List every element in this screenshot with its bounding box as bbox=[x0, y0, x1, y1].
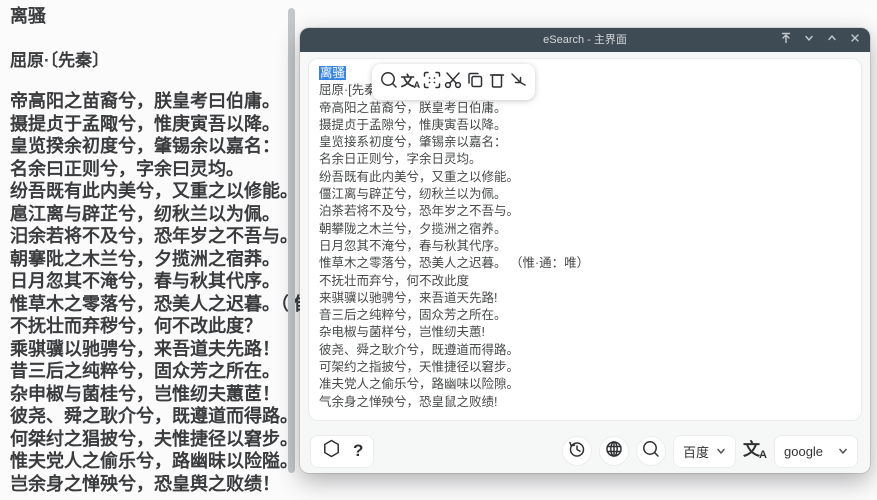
search-engine-value: 百度 bbox=[683, 442, 709, 461]
maximize-button[interactable] bbox=[825, 33, 839, 47]
hexagon-icon bbox=[321, 438, 342, 464]
send-corner-button[interactable] bbox=[508, 72, 529, 93]
left-actions: ? bbox=[310, 435, 374, 468]
chevron-down-icon bbox=[838, 444, 848, 459]
ocr-line: 准夫党人之偷乐兮，路幽味以险隙。 bbox=[319, 376, 851, 393]
ocr-text-panel[interactable]: 离骚 屈原·[先秦] 帝高阳之苗裔兮，朕皇考日伯庸。摄提贞于孟隙兮，惟庚寅吾以降… bbox=[308, 58, 862, 421]
ocr-line: 朝攀陇之木兰兮，夕揽洲之宿养。 bbox=[319, 221, 851, 238]
search-engine-select[interactable]: 百度 bbox=[673, 435, 736, 468]
search-button[interactable] bbox=[378, 72, 399, 93]
esearch-window: eSearch - 主界面 离骚 屈原·[先秦] 帝高阳之苗裔兮，朕皇考日伯庸。… bbox=[300, 28, 870, 473]
cut-button[interactable] bbox=[443, 72, 464, 93]
search-icon bbox=[379, 70, 399, 95]
hexagon-button[interactable] bbox=[321, 438, 342, 464]
selection-toolbar: 文A bbox=[372, 64, 535, 100]
history-icon bbox=[567, 439, 587, 464]
pin-top-icon bbox=[780, 31, 792, 49]
translate-engine-value: google bbox=[784, 444, 823, 459]
ocr-line: 音三后之纯粹兮，固众芳之所在。 bbox=[319, 307, 851, 324]
clipboard-icon bbox=[487, 70, 507, 95]
translate-engine-select[interactable]: google bbox=[774, 435, 858, 468]
ocr-line: 泊茶若将不及兮，恐年岁之不吾与。 bbox=[319, 203, 851, 220]
minimize-button[interactable] bbox=[802, 33, 816, 47]
ocr-lines: 帝高阳之苗裔兮，朕皇考日伯庸。摄提贞于孟隙兮，惟庚寅吾以降。皇览接系初度兮，肇锡… bbox=[319, 100, 851, 411]
right-actions: 百度 文A google bbox=[562, 435, 858, 468]
ocr-line: 来骐骥以驰骋兮，来吾道天先路! bbox=[319, 290, 851, 307]
ocr-line: 皇览接系初度兮，肇锡亲以嘉名： bbox=[319, 134, 851, 151]
page-scrollbar[interactable] bbox=[288, 8, 295, 473]
ocr-line: 可架约之指披兮，天惟捷径以窘步。 bbox=[319, 359, 851, 376]
selected-text[interactable]: 离骚 bbox=[319, 66, 346, 80]
arrow-bottom-right-icon bbox=[508, 70, 528, 95]
chevron-down-icon bbox=[803, 31, 815, 49]
translate-icon: 文A bbox=[743, 441, 767, 461]
scan-ocr-button[interactable] bbox=[421, 72, 442, 93]
web-search-button[interactable] bbox=[599, 436, 629, 466]
scissors-icon bbox=[443, 70, 463, 95]
window-titlebar[interactable]: eSearch - 主界面 bbox=[300, 28, 870, 52]
bottom-bar: ? 百度 文A bbox=[310, 434, 858, 468]
chevron-up-icon bbox=[826, 31, 838, 49]
translate-button[interactable]: 文A bbox=[400, 72, 421, 93]
ocr-line: 不抚壮而弃兮，何不改此度 bbox=[319, 273, 851, 290]
ocr-line: 名余日正则兮，字余日灵均。 bbox=[319, 151, 851, 168]
chevron-down-icon bbox=[716, 444, 726, 459]
ocr-line: 帝高阳之苗裔兮，朕皇考日伯庸。 bbox=[319, 100, 851, 117]
close-icon bbox=[849, 31, 861, 49]
search-icon bbox=[641, 439, 661, 464]
copy-button[interactable] bbox=[465, 72, 486, 93]
poem-line: 岂余身之惮殃兮，恐皇舆之败绩！ bbox=[10, 473, 384, 496]
copy-icon bbox=[465, 70, 485, 95]
close-button[interactable] bbox=[848, 33, 862, 47]
ocr-line: 僵江离与辟芷兮，纫秋兰以为佩。 bbox=[319, 186, 851, 203]
page-title: 离骚 bbox=[10, 2, 46, 28]
translate-button[interactable]: 文A bbox=[743, 441, 767, 461]
engine-search-button[interactable] bbox=[636, 436, 666, 466]
globe-icon bbox=[604, 439, 624, 464]
ocr-line: 彼尧、舜之耿介兮，既遵道而得路。 bbox=[319, 342, 851, 359]
pin-top-button[interactable] bbox=[779, 33, 793, 47]
page-author: 屈原·〔先秦〕 bbox=[10, 46, 109, 71]
scan-icon bbox=[422, 70, 442, 95]
translate-icon: 文A bbox=[401, 74, 421, 90]
history-button[interactable] bbox=[562, 436, 592, 466]
help-button[interactable]: ? bbox=[353, 441, 363, 461]
ocr-line: 摄提贞于孟隙兮，惟庚寅吾以降。 bbox=[319, 117, 851, 134]
ocr-line: 纷吾既有此内美兮，又重之以修能。 bbox=[319, 169, 851, 186]
ocr-line: 气余身之惮殃兮，恐皇鼠之败绩! bbox=[319, 394, 851, 411]
ocr-line: 杂电椒与菌样兮，岂惟纫夫蕙! bbox=[319, 324, 851, 341]
clipboard-button[interactable] bbox=[486, 72, 507, 93]
ocr-line: 惟草木之零落兮，恐美人之迟暮。 （惟·通：唯） bbox=[319, 255, 851, 272]
ocr-line: 日月忽其不淹兮，春与秋其代序。 bbox=[319, 238, 851, 255]
